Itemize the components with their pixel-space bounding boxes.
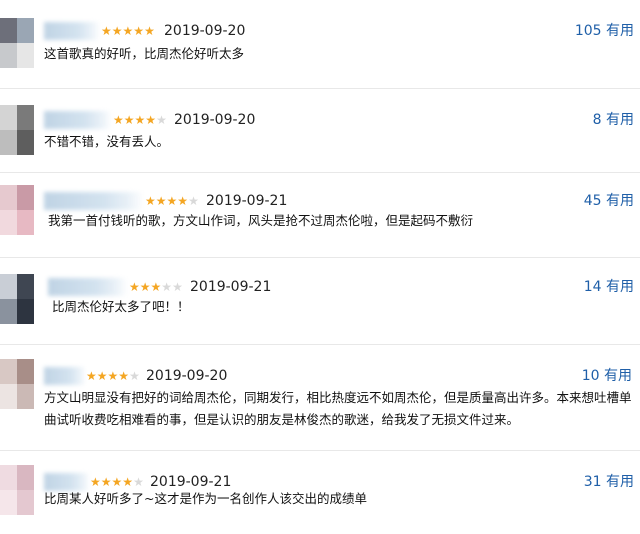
useful-label: 有用 [606, 23, 634, 39]
review-content: 比周某人好听多了~这才是作为一名创作人该交出的成绩单 [44, 491, 367, 506]
useful-label: 有用 [606, 112, 634, 128]
username[interactable] [44, 367, 86, 385]
review-date: 2019-09-20 [164, 23, 246, 39]
useful-label: 有用 [606, 279, 634, 295]
star-icon: ★ [188, 194, 199, 208]
star-icon: ★ [129, 369, 140, 383]
avatar[interactable] [0, 18, 34, 68]
useful-count: 45 [583, 193, 602, 209]
username[interactable] [48, 278, 128, 296]
star-icon: ★ [118, 369, 130, 383]
review-content: 方文山明显没有把好的词给周杰伦，同期发行，相比热度远不如周杰伦，但是质量高出许多… [44, 390, 632, 427]
review-date: 2019-09-21 [206, 193, 288, 209]
review-item: ★★★★★ 2019-09-20 105 有用 这首歌真的好听，比周杰伦好听太多 [0, 0, 640, 88]
star-icon: ★ [122, 475, 134, 489]
review-item: ★★★★★ 2019-09-20 10 有用 方文山明显没有把好的词给周杰伦，同… [0, 345, 640, 450]
review-item: ★★★★★ 2019-09-20 8 有用 不错不错，没有丢人。 [0, 89, 640, 172]
avatar[interactable] [0, 105, 34, 155]
rating-stars: ★★★★★ [101, 24, 155, 38]
star-icon: ★ [156, 113, 167, 127]
review-item: ★★★★★ 2019-09-21 31 有用 比周某人好听多了~这才是作为一名创… [0, 451, 640, 534]
star-icon: ★ [172, 280, 183, 294]
avatar[interactable] [0, 274, 34, 324]
review-date: 2019-09-20 [174, 112, 256, 128]
review-content: 不错不错，没有丢人。 [44, 134, 170, 149]
rating-stars: ★★★★★ [145, 194, 199, 208]
review-date: 2019-09-21 [190, 279, 272, 295]
star-icon: ★ [161, 280, 173, 294]
username[interactable] [44, 22, 100, 40]
star-icon: ★ [100, 475, 112, 489]
useful-count: 14 [583, 279, 602, 295]
review-date: 2019-09-20 [146, 368, 228, 384]
rating-stars: ★★★★★ [86, 369, 140, 383]
useful-button[interactable]: 105 有用 [575, 23, 634, 39]
rating-stars: ★★★★★ [90, 475, 144, 489]
star-icon: ★ [107, 369, 119, 383]
star-icon: ★ [111, 475, 123, 489]
avatar[interactable] [0, 359, 34, 409]
review-content: 我第一首付钱听的歌，方文山作词，风头是抢不过周杰伦啦，但是起码不敷衍 [48, 213, 474, 228]
review-item: ★★★★★ 2019-09-21 14 有用 比周杰伦好太多了吧！！ [0, 258, 640, 344]
star-icon: ★ [133, 24, 145, 38]
useful-label: 有用 [604, 368, 632, 384]
star-icon: ★ [129, 280, 140, 294]
star-icon: ★ [111, 24, 123, 38]
star-icon: ★ [122, 24, 134, 38]
useful-button[interactable]: 45 有用 [584, 193, 634, 209]
useful-label: 有用 [606, 193, 634, 209]
star-icon: ★ [166, 194, 178, 208]
useful-count: 10 [581, 368, 600, 384]
useful-button[interactable]: 14 有用 [584, 279, 634, 295]
username[interactable] [44, 192, 144, 210]
star-icon: ★ [123, 113, 135, 127]
star-icon: ★ [134, 113, 146, 127]
rating-stars: ★★★★★ [129, 280, 183, 294]
star-icon: ★ [145, 194, 156, 208]
review-content: 比周杰伦好太多了吧！！ [52, 299, 190, 314]
avatar[interactable] [0, 465, 34, 515]
avatar[interactable] [0, 185, 34, 235]
star-icon: ★ [96, 369, 108, 383]
rating-stars: ★★★★★ [113, 113, 167, 127]
star-icon: ★ [177, 194, 189, 208]
star-icon: ★ [113, 113, 124, 127]
useful-count: 8 [592, 112, 602, 128]
star-icon: ★ [139, 280, 151, 294]
star-icon: ★ [101, 24, 112, 38]
username[interactable] [44, 111, 112, 129]
review-item: ★★★★★ 2019-09-21 45 有用 我第一首付钱听的歌，方文山作词，风… [0, 173, 640, 257]
useful-button[interactable]: 10 有用 [582, 368, 632, 384]
star-icon: ★ [150, 280, 162, 294]
review-content: 这首歌真的好听，比周杰伦好听太多 [44, 46, 245, 61]
star-icon: ★ [90, 475, 101, 489]
star-icon: ★ [86, 369, 97, 383]
useful-button[interactable]: 8 有用 [593, 112, 634, 128]
star-icon: ★ [155, 194, 167, 208]
star-icon: ★ [145, 113, 157, 127]
useful-count: 105 [574, 23, 602, 39]
star-icon: ★ [144, 24, 155, 38]
star-icon: ★ [133, 475, 144, 489]
